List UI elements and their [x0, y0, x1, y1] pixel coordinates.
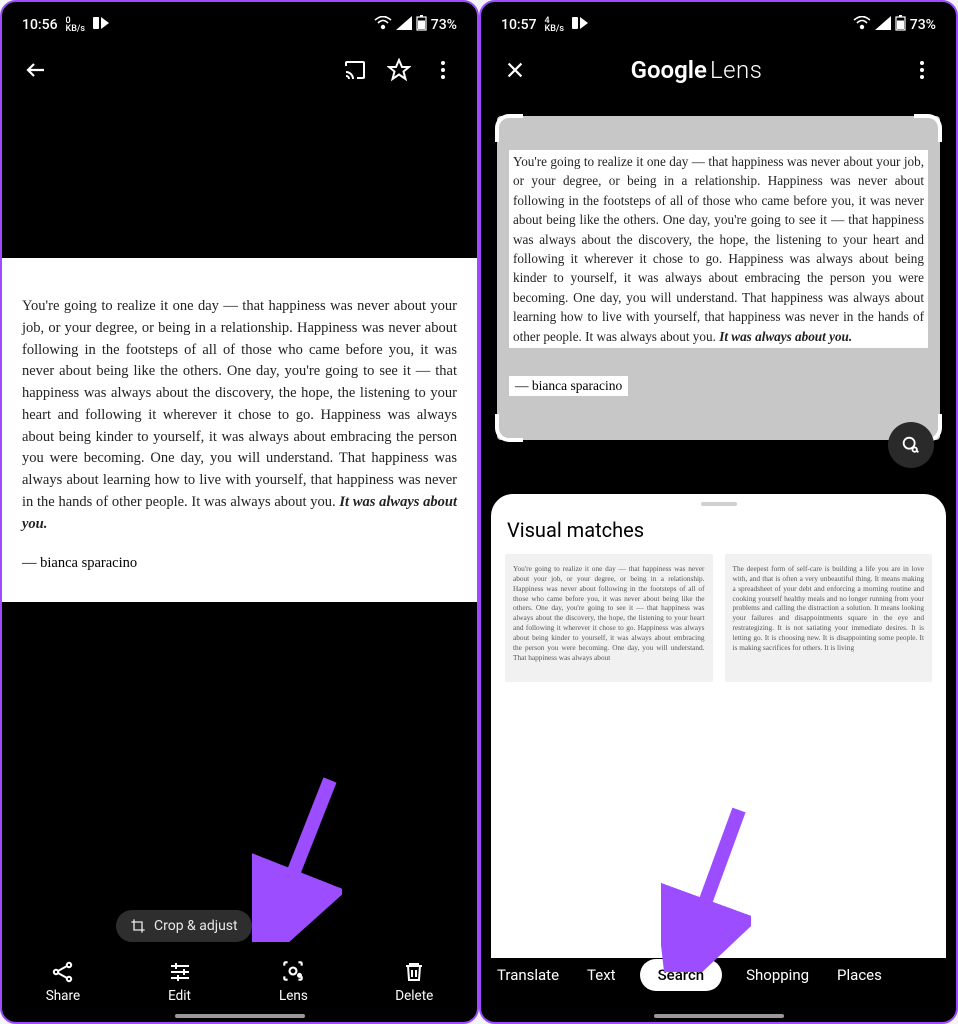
- signal-icon: [875, 16, 891, 34]
- photo-area[interactable]: You're going to realize it one day — tha…: [2, 98, 477, 892]
- crop-corner-tl[interactable]: [495, 114, 523, 142]
- status-time: 10:57: [501, 17, 537, 33]
- photos-app-bar: [2, 42, 477, 98]
- sheet-drag-handle[interactable]: [701, 502, 737, 506]
- match-card-2[interactable]: The deepest form of self-care is buildin…: [725, 554, 933, 682]
- more-menu-icon[interactable]: [421, 48, 465, 92]
- crop-corner-tr[interactable]: [914, 114, 942, 142]
- status-network-speed: 4KB/s: [545, 17, 565, 33]
- google-lens-screen: 10:57 4KB/s 73% GoogleLens You're going …: [479, 0, 958, 1024]
- signal-icon: [396, 16, 412, 34]
- tab-places[interactable]: Places: [833, 958, 886, 992]
- photo-content: You're going to realize it one day — tha…: [2, 258, 477, 602]
- battery-percent: 73%: [431, 17, 457, 33]
- crop-corner-bl[interactable]: [495, 414, 523, 442]
- tab-search[interactable]: Search: [640, 959, 723, 991]
- tab-shopping[interactable]: Shopping: [742, 958, 813, 992]
- home-indicator[interactable]: [654, 1014, 784, 1018]
- crop-adjust-label: Crop & adjust: [154, 918, 238, 934]
- status-network-speed: 0KB/s: [66, 17, 86, 33]
- favorite-star-icon[interactable]: [377, 48, 421, 92]
- dnd-icon: [93, 17, 109, 33]
- results-sheet[interactable]: Visual matches You're going to realize i…: [491, 494, 946, 958]
- lens-mode-tabs: Translate Text Search Shopping Places: [481, 958, 956, 1022]
- crop-adjust-tooltip: Crop & adjust: [116, 910, 252, 942]
- back-button[interactable]: [14, 48, 58, 92]
- status-bar: 10:57 4KB/s 73%: [481, 2, 956, 42]
- wifi-icon: [374, 16, 392, 34]
- status-bar: 10:56 0KB/s 73%: [2, 2, 477, 42]
- cast-icon[interactable]: [333, 48, 377, 92]
- photos-bottom-bar: Crop & adjust Share Edit Lens Delete: [2, 892, 477, 1022]
- more-menu-icon[interactable]: [900, 48, 944, 92]
- battery-icon: [895, 15, 906, 35]
- tab-translate[interactable]: Translate: [493, 958, 563, 992]
- dnd-icon: [572, 17, 588, 33]
- lens-title: GoogleLens: [493, 56, 900, 84]
- delete-button[interactable]: Delete: [395, 960, 433, 1004]
- visual-matches-row: You're going to realize it one day — tha…: [505, 554, 932, 682]
- quote-text: You're going to realize it one day — tha…: [22, 296, 457, 535]
- tab-text[interactable]: Text: [583, 958, 620, 992]
- detected-text[interactable]: You're going to realize it one day — tha…: [509, 150, 928, 348]
- edit-button[interactable]: Edit: [168, 960, 192, 1004]
- home-indicator[interactable]: [175, 1014, 305, 1018]
- battery-percent: 73%: [910, 17, 936, 33]
- lens-app-bar: GoogleLens: [481, 42, 956, 98]
- lens-button[interactable]: Lens: [279, 958, 308, 1004]
- lens-crop-frame[interactable]: You're going to realize it one day — tha…: [497, 116, 940, 440]
- lens-search-fab[interactable]: [888, 422, 934, 468]
- lens-body: You're going to realize it one day — tha…: [481, 98, 956, 1022]
- photos-viewer-screen: 10:56 0KB/s 73% You're going to: [0, 0, 479, 1024]
- status-time: 10:56: [22, 17, 58, 33]
- quote-author: — bianca sparacino: [22, 555, 457, 572]
- wifi-icon: [853, 16, 871, 34]
- detected-author[interactable]: — bianca sparacino: [509, 376, 628, 396]
- share-button[interactable]: Share: [46, 960, 80, 1004]
- sheet-title: Visual matches: [507, 518, 932, 542]
- match-card-1[interactable]: You're going to realize it one day — tha…: [505, 554, 713, 682]
- battery-icon: [416, 15, 427, 35]
